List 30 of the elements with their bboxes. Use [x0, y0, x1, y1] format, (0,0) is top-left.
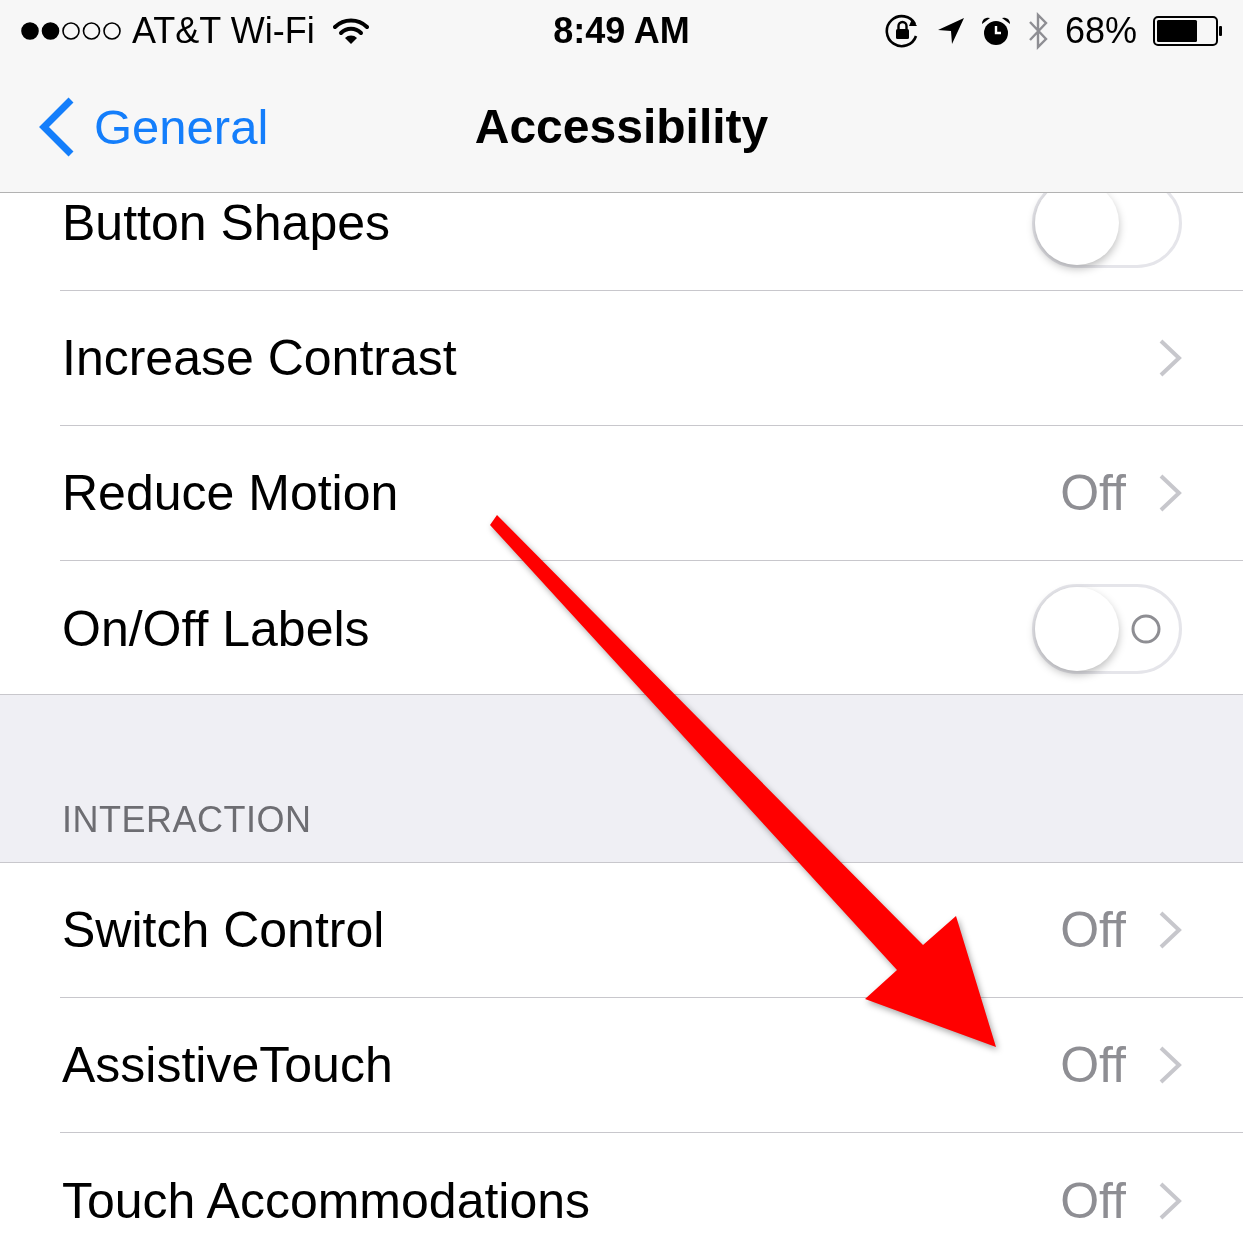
battery-percentage: 68% — [1064, 13, 1137, 49]
chevron-right-icon — [1158, 1180, 1182, 1221]
chevron-right-icon — [1158, 338, 1182, 378]
chevron-right-icon — [1158, 1045, 1182, 1085]
chevron-right-icon — [1158, 473, 1182, 513]
row-value: Off — [1060, 1040, 1126, 1090]
row-label: Button Shapes — [62, 198, 391, 248]
row-value: Off — [1060, 905, 1126, 955]
toggle-switch[interactable] — [1032, 193, 1182, 268]
page-title: Accessibility — [474, 103, 769, 151]
row-value: Off — [1060, 1175, 1126, 1226]
signal-strength-icon — [20, 21, 122, 41]
row-label: Reduce Motion — [62, 468, 399, 518]
wifi-icon — [332, 17, 369, 45]
row-value: Off — [1060, 468, 1126, 518]
status-time: 8:49 AM — [553, 13, 690, 49]
row-label: On/Off Labels — [62, 603, 370, 654]
battery-icon — [1153, 16, 1223, 46]
alarm-clock-icon — [980, 16, 1011, 46]
row-label: Increase Contrast — [62, 333, 457, 383]
bluetooth-icon — [1026, 12, 1049, 50]
toggle-switch[interactable] — [1032, 583, 1182, 674]
location-arrow-icon — [936, 17, 965, 45]
row-label: Switch Control — [62, 905, 385, 955]
section-header: INTERACTION — [62, 802, 312, 838]
row-label: Touch Accommodations — [62, 1175, 591, 1226]
back-button[interactable]: General — [36, 96, 269, 158]
chevron-right-icon — [1158, 910, 1182, 950]
row-label: AssistiveTouch — [62, 1040, 393, 1090]
carrier-name: AT&T Wi-Fi — [132, 13, 315, 49]
